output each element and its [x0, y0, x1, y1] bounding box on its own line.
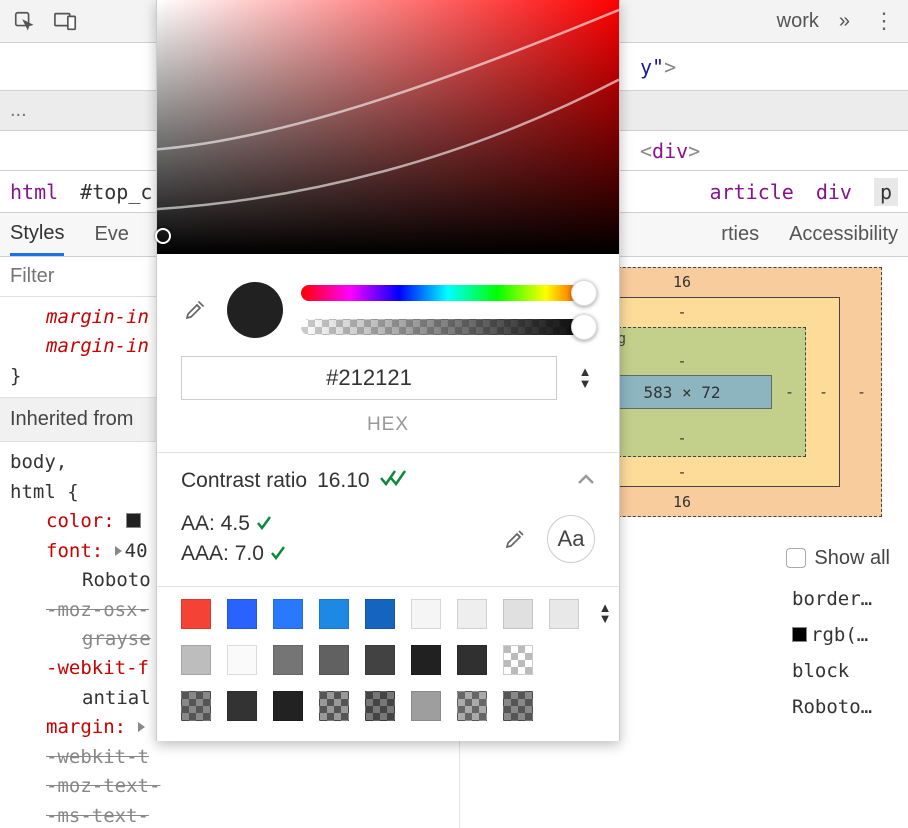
device-mode-icon[interactable] — [52, 7, 80, 35]
crumb-top[interactable]: #top_c — [80, 180, 152, 204]
palette-swatch[interactable] — [365, 691, 395, 721]
hex-input[interactable] — [181, 356, 557, 400]
tab-accessibility[interactable]: Accessibility — [789, 213, 898, 256]
saturation-handle[interactable] — [155, 228, 171, 244]
palette-swatch[interactable] — [181, 691, 211, 721]
css-prop-margin-inline-1[interactable]: margin-in — [46, 306, 149, 328]
hue-thumb[interactable] — [571, 280, 597, 306]
wcag-row: AA: 4.5 AAA: 7.0 Aa — [157, 509, 619, 586]
tab-properties[interactable]: rties — [721, 213, 759, 256]
inspect-icon[interactable] — [10, 7, 38, 35]
palette-swatch[interactable] — [319, 645, 349, 675]
color-picker-popover: ▲▼ HEX Contrast ratio 16.10 AA: 4.5 AAA:… — [156, 0, 620, 741]
show-all-checkbox[interactable] — [786, 548, 806, 568]
selector-html[interactable]: html { — [10, 481, 79, 503]
current-color-swatch — [227, 282, 283, 338]
palette-swatch[interactable] — [365, 599, 395, 629]
kebab-menu-icon[interactable]: ⋮ — [870, 7, 898, 35]
contrast-label: Contrast ratio — [181, 469, 307, 493]
alpha-slider[interactable] — [301, 319, 595, 335]
palette-swatch[interactable] — [181, 599, 211, 629]
css-margin-prop[interactable]: margin: — [46, 716, 126, 738]
palette-swatch[interactable] — [503, 599, 533, 629]
palette-section: ▲▼ — [157, 587, 619, 741]
css-prop-margin-inline-2[interactable]: margin-in — [46, 335, 149, 357]
palette-swatch[interactable] — [411, 645, 441, 675]
alpha-thumb[interactable] — [571, 314, 597, 340]
tab-styles[interactable]: Styles — [10, 213, 64, 256]
network-tab[interactable]: work — [777, 10, 819, 33]
css-webkit-f[interactable]: -webkit-f — [46, 657, 149, 679]
crumb-div[interactable]: div — [816, 180, 852, 204]
css-webkit-t[interactable]: -webkit-t — [46, 746, 149, 768]
crumb-html[interactable]: html — [10, 180, 58, 204]
check-icon — [256, 512, 274, 535]
palette-swatch[interactable] — [273, 691, 303, 721]
palette-swatch[interactable] — [273, 645, 303, 675]
palette-swatch[interactable] — [457, 691, 487, 721]
attr-value: y" — [640, 55, 664, 79]
aaa-label: AAA: 7.0 — [181, 542, 264, 565]
hex-row: ▲▼ — [157, 356, 619, 414]
crumb-article[interactable]: article — [710, 180, 794, 204]
palette-swatch[interactable] — [411, 599, 441, 629]
expand-icon[interactable] — [138, 722, 145, 732]
palette-swatch[interactable] — [411, 691, 441, 721]
palette-swatch[interactable] — [457, 645, 487, 675]
css-moz-osx[interactable]: -moz-osx- — [46, 599, 149, 621]
hex-label: HEX — [157, 414, 619, 452]
palette-stepper[interactable]: ▲▼ — [595, 603, 615, 625]
expand-icon[interactable] — [115, 546, 122, 556]
css-font-prop[interactable]: font: — [46, 540, 103, 562]
css-ms-text[interactable]: -ms-text- — [46, 805, 149, 827]
palette-swatch[interactable] — [503, 691, 533, 721]
color-swatch-icon[interactable] — [126, 513, 141, 528]
picker-controls-row — [157, 254, 619, 356]
palette-swatch[interactable] — [549, 599, 579, 629]
css-color-prop[interactable]: color: — [46, 510, 115, 532]
tab-event-listeners[interactable]: Eve — [94, 213, 128, 256]
bg-eyedropper-icon[interactable] — [501, 525, 529, 553]
crumb-p-selected[interactable]: p — [874, 178, 898, 206]
check-icon — [270, 542, 288, 565]
palette-swatch[interactable] — [227, 691, 257, 721]
palette-swatch[interactable] — [319, 691, 349, 721]
format-stepper[interactable]: ▲▼ — [575, 367, 595, 389]
palette-swatch[interactable] — [273, 599, 303, 629]
eyedropper-icon[interactable] — [181, 296, 209, 324]
text-sample: Aa — [547, 515, 595, 563]
show-all-label: Show all — [814, 547, 890, 570]
aa-label: AA: 4.5 — [181, 512, 250, 535]
color-swatch-icon — [792, 627, 807, 642]
css-moz-text[interactable]: -moz-text- — [46, 775, 160, 797]
hue-slider[interactable] — [301, 285, 595, 301]
palette-swatch[interactable] — [457, 599, 487, 629]
saturation-value-area[interactable] — [157, 0, 619, 254]
contrast-row: Contrast ratio 16.10 — [157, 453, 619, 509]
selector-body[interactable]: body, — [10, 451, 67, 473]
palette-swatch[interactable] — [227, 645, 257, 675]
double-check-icon — [380, 469, 410, 493]
more-tabs-icon[interactable]: » — [839, 10, 850, 33]
palette-swatch-transparent[interactable] — [503, 645, 533, 675]
contrast-value: 16.10 — [317, 469, 370, 493]
palette-swatch[interactable] — [365, 645, 395, 675]
collapse-icon[interactable] — [577, 469, 595, 493]
palette-grid: ▲▼ — [181, 599, 595, 721]
palette-swatch[interactable] — [319, 599, 349, 629]
palette-swatch[interactable] — [227, 599, 257, 629]
palette-swatch[interactable] — [181, 645, 211, 675]
